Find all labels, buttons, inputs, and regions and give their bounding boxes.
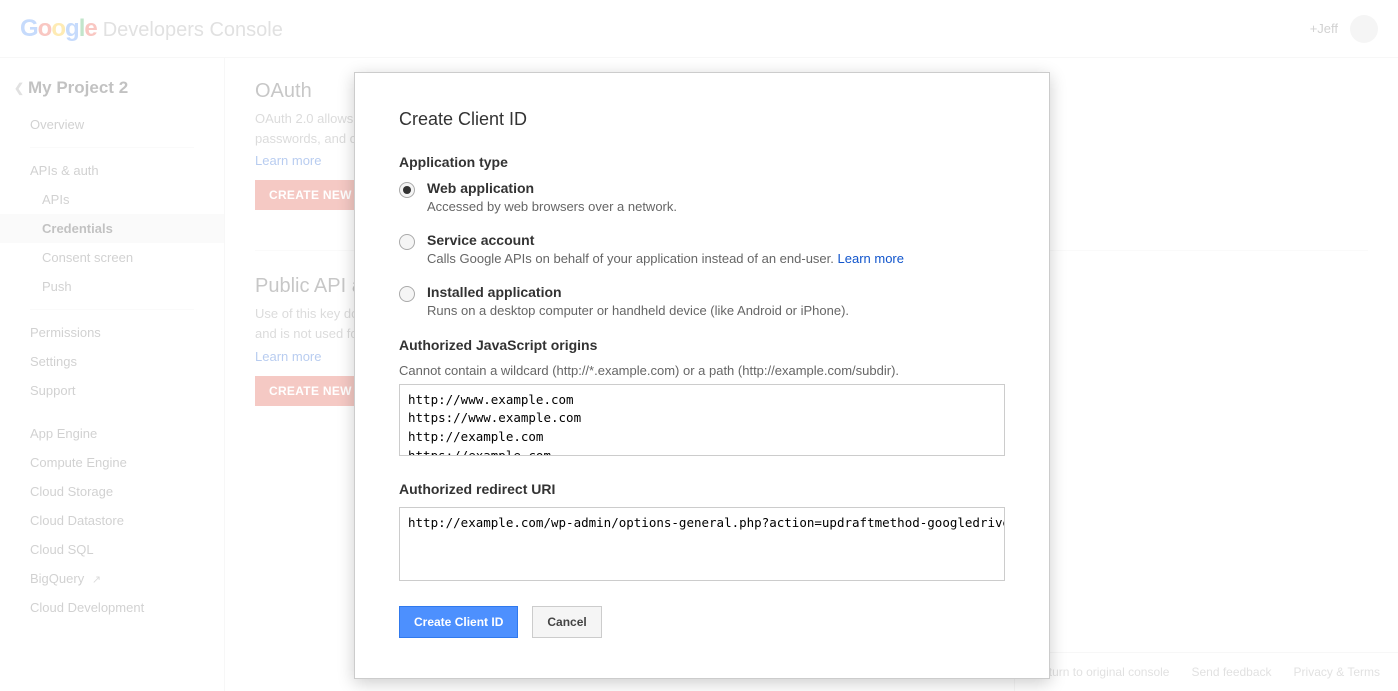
radio-web-application[interactable]: Web application Accessed by web browsers… [399,180,1005,216]
radio-service-account[interactable]: Service account Calls Google APIs on beh… [399,232,1005,268]
dialog-title: Create Client ID [399,109,1005,130]
create-client-id-dialog: Create Client ID Application type Web ap… [354,72,1050,679]
create-client-id-button[interactable]: Create Client ID [399,606,518,638]
application-type-label: Application type [399,154,1005,170]
js-origins-label: Authorized JavaScript origins [399,337,1005,353]
redirect-uri-input[interactable] [399,507,1005,581]
radio-service-desc: Calls Google APIs on behalf of your appl… [427,250,1005,268]
js-origins-hint: Cannot contain a wildcard (http://*.exam… [399,363,1005,378]
radio-installed-desc: Runs on a desktop computer or handheld d… [427,302,1005,320]
redirect-uri-label: Authorized redirect URI [399,481,1005,497]
cancel-button[interactable]: Cancel [532,606,601,638]
radio-icon [399,234,415,250]
radio-web-title: Web application [427,180,1005,196]
radio-service-title: Service account [427,232,1005,248]
radio-web-desc: Accessed by web browsers over a network. [427,198,1005,216]
radio-icon [399,286,415,302]
radio-installed-application[interactable]: Installed application Runs on a desktop … [399,284,1005,320]
js-origins-input[interactable] [399,384,1005,456]
radio-icon [399,182,415,198]
radio-installed-title: Installed application [427,284,1005,300]
service-learn-more[interactable]: Learn more [838,251,904,266]
